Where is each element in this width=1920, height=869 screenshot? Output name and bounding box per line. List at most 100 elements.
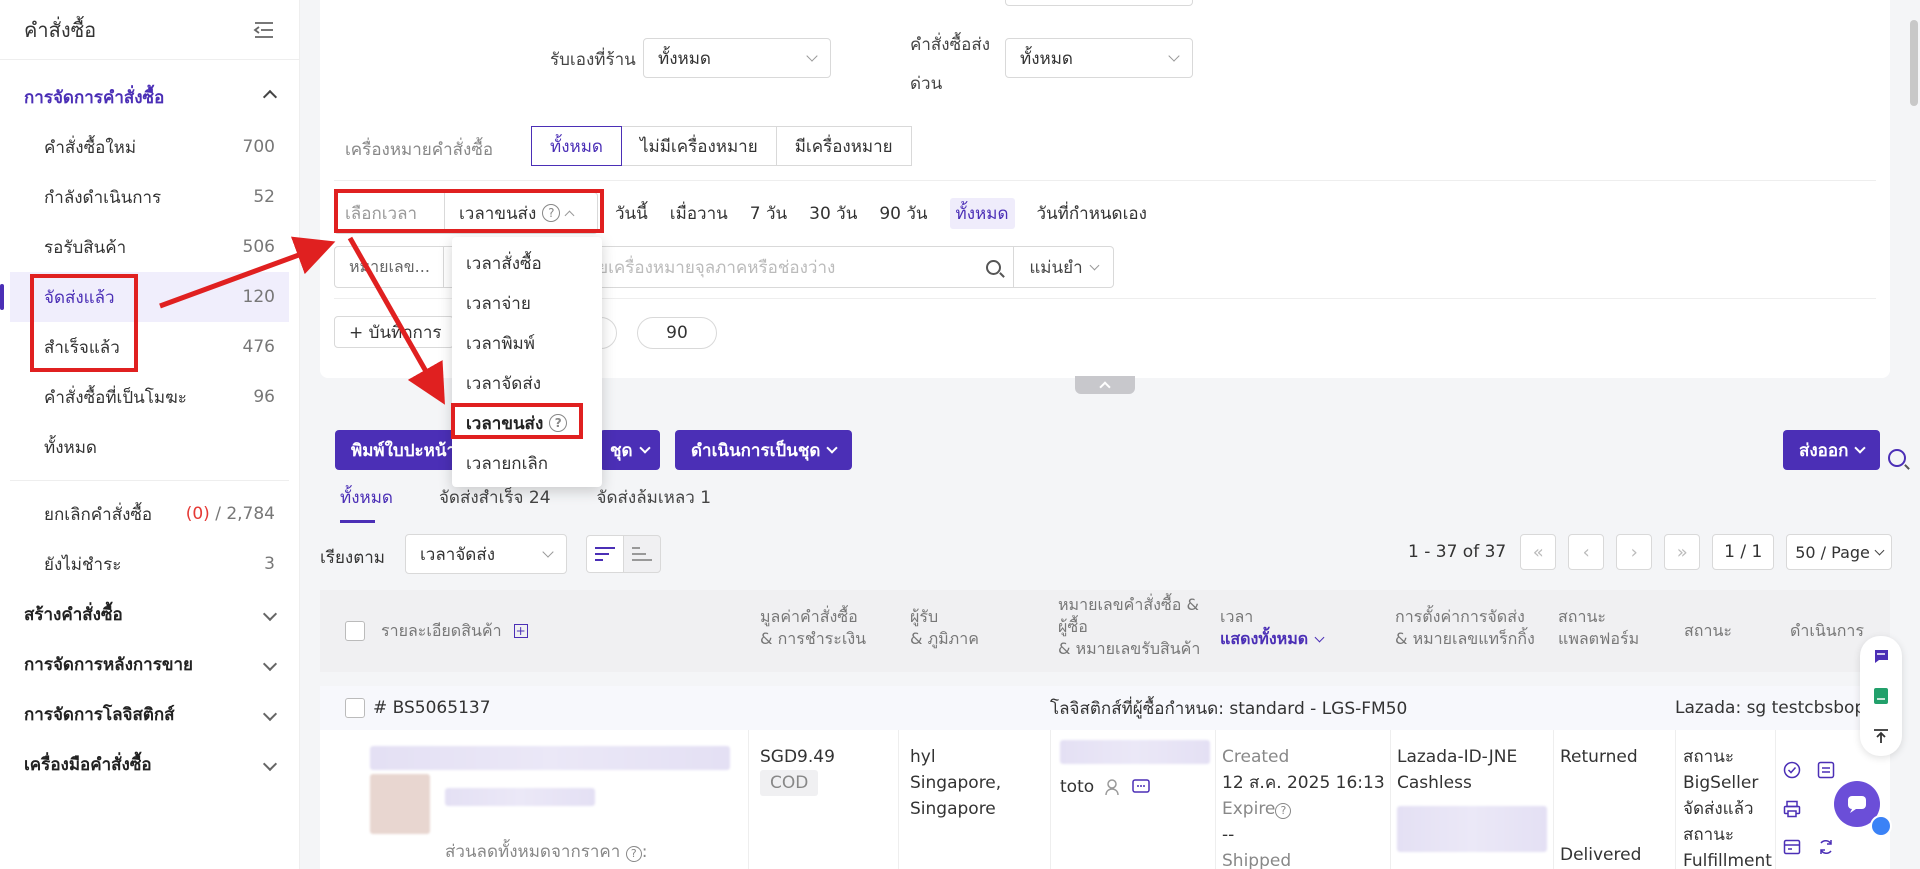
time-type-dropdown: เวลาสั่งซื้อ เวลาจ่าย เวลาพิมพ์ เวลาจัดส… (452, 237, 602, 487)
divider (748, 730, 749, 869)
match-mode-select[interactable]: แม่นยำ (1014, 246, 1114, 288)
sidebar-item-awaiting-pickup[interactable]: รอรับสินค้า 506 (0, 222, 299, 272)
chevron-down-icon (1089, 260, 1100, 270)
save-filter-button[interactable]: + บันทึกการ (334, 316, 454, 348)
sync-icon[interactable] (1817, 838, 1835, 856)
table-row: ส่วนลดทั้งหมดจากราคา ?: SGD9.49 COD hyl … (320, 730, 1890, 869)
sidebar-item-completed[interactable]: สำเร็จแล้ว 476 (0, 322, 299, 372)
print-label-text: พิมพ์ใบปะหน้า (351, 440, 457, 461)
scrollbar[interactable] (1910, 20, 1918, 106)
next-page-button[interactable]: › (1616, 534, 1653, 570)
dropdown-option-order-time[interactable]: เวลาสั่งซื้อ (452, 243, 602, 283)
time-type-select[interactable]: เวลาขนส่ง ? (445, 193, 597, 233)
collapse-menu-icon[interactable] (253, 21, 275, 39)
tab-all[interactable]: ทั้งหมด (340, 484, 393, 523)
header-product: รายละเอียดสินค้า + (381, 621, 528, 640)
last-page-button[interactable]: » (1664, 534, 1701, 570)
quick-time-30d[interactable]: 30 วัน (809, 200, 857, 227)
search-icon[interactable] (986, 259, 1001, 275)
print-icon[interactable] (1783, 800, 1801, 818)
sidebar-item-void-orders[interactable]: คำสั่งซื้อที่เป็นโมฆะ 96 (0, 372, 299, 422)
sidebar-group-logistics[interactable]: การจัดการโลจิสติกส์ (0, 689, 299, 739)
sidebar-group-create-order[interactable]: สร้างคำสั่งซื้อ (0, 589, 299, 639)
status-tabs: ทั้งหมด จัดส่งสำเร็จ 24 จัดส่งล้มเหลว 1 (340, 484, 711, 523)
chevron-down-icon (1314, 632, 1325, 643)
top-cut-select[interactable] (1005, 0, 1193, 6)
page-input[interactable]: 1 / 1 (1712, 534, 1775, 570)
quick-time-today[interactable]: วันนี้ (615, 200, 648, 227)
memo-option-has[interactable]: มีเครื่องหมาย (775, 126, 912, 166)
time-filter[interactable]: เลือกเวลา เวลาขนส่ง ? (334, 192, 598, 234)
confirm-icon[interactable] (1783, 761, 1801, 779)
sidebar-item-all[interactable]: ทั้งหมด (0, 422, 299, 472)
sidebar-item-unpaid[interactable]: ยังไม่ชำระ 3 (0, 539, 299, 589)
help-icon: ? (549, 414, 568, 432)
quick-time-all[interactable]: ทั้งหมด (949, 197, 1015, 229)
sidebar-item-count: 476 (242, 337, 275, 357)
sidebar-item-label: จัดส่งแล้ว (44, 287, 115, 308)
first-page-button[interactable]: « (1520, 534, 1557, 570)
dropdown-option-payment-time[interactable]: เวลาจ่าย (452, 283, 602, 323)
urgent-select[interactable]: ทั้งหมด (1005, 38, 1193, 78)
sort-asc-icon (632, 547, 652, 561)
search-type-select[interactable]: หมายเลข... (334, 246, 444, 288)
select-all-checkbox[interactable] (345, 621, 365, 641)
dropdown-option-ship-time[interactable]: เวลาจัดส่ง (452, 363, 602, 403)
order-id[interactable]: # BS5065137 (373, 698, 491, 718)
expand-icon[interactable]: + (513, 624, 528, 638)
quick-time-yesterday[interactable]: เมื่อวาน (670, 200, 728, 227)
chevron-up-icon (262, 89, 278, 105)
quick-time-custom[interactable]: วันที่กำหนดเอง (1037, 200, 1147, 227)
collapse-filter-button[interactable] (1075, 376, 1135, 394)
batch-actions-text: ดำเนินการเป็นชุด (691, 440, 821, 461)
search-icon[interactable] (1888, 449, 1906, 467)
floating-toolbar (1860, 636, 1902, 756)
sidebar-item-cancel-orders[interactable]: ยกเลิกคำสั่งซื้อ (0) / 2,784 (0, 489, 299, 539)
notebook-icon[interactable] (1872, 687, 1890, 705)
sidebar-item-processing[interactable]: กำลังดำเนินการ 52 (0, 172, 299, 222)
quick-time-7d[interactable]: 7 วัน (750, 200, 787, 227)
dropdown-option-transport-time[interactable]: เวลาขนส่ง? (452, 403, 602, 443)
per-page-select[interactable]: 50 / Page (1786, 534, 1893, 570)
order-times: Created 12 ส.ค. 2025 16:13 Expire? -- Sh… (1222, 747, 1385, 869)
sidebar-item-new-orders[interactable]: คำสั่งซื้อใหม่ 700 (0, 122, 299, 172)
divider (1775, 730, 1776, 869)
order-checkbox[interactable] (345, 698, 365, 718)
dropdown-option-cancel-time[interactable]: เวลายกเลิก (452, 443, 602, 483)
sidebar-group-after-sales[interactable]: การจัดการหลังการขาย (0, 639, 299, 689)
dropdown-option-print-time[interactable]: เวลาพิมพ์ (452, 323, 602, 363)
platform-status-2: Delivered (1560, 845, 1642, 865)
batch-dropdown-button[interactable]: ชุด (600, 430, 660, 470)
memo-option-none[interactable]: ไม่มีเครื่องหมาย (620, 126, 777, 166)
sidebar-item-shipped[interactable]: จัดส่งแล้ว 120 (0, 272, 289, 322)
invoice-icon[interactable] (1783, 838, 1801, 856)
memo-option-all[interactable]: ทั้งหมด (531, 126, 622, 166)
back-to-top-icon[interactable] (1872, 727, 1890, 745)
sidebar-group-order-tools[interactable]: เครื่องมือคำสั่งซื้อ (0, 739, 299, 789)
tab-failed[interactable]: จัดส่งล้มเหลว 1 (597, 484, 712, 523)
checklist-icon[interactable] (1817, 761, 1835, 779)
header-amount: มูลค่าคำสั่งซื้อ & การชำระเงิน (760, 607, 867, 648)
sidebar-group-label: สร้างคำสั่งซื้อ (24, 604, 123, 625)
time-placeholder: เลือกเวลา (335, 193, 445, 233)
buyer-name[interactable]: toto (1060, 774, 1094, 800)
batch-actions-button[interactable]: ดำเนินการเป็นชุด (675, 430, 853, 470)
print-label-button[interactable]: พิมพ์ใบปะหน้า (335, 430, 460, 470)
sort-asc-button[interactable] (623, 535, 661, 573)
show-all-times-toggle[interactable]: แสดงทั้งหมด (1220, 629, 1308, 648)
sidebar-group-label: การจัดการหลังการขาย (24, 654, 193, 675)
quick-time-90d[interactable]: 90 วัน (879, 200, 927, 227)
sort-desc-button[interactable] (586, 535, 624, 573)
saved-filter-pill-90[interactable]: 90 (637, 317, 717, 349)
sidebar-group-order-management[interactable]: การจัดการคำสั่งซื้อ (0, 72, 299, 122)
sort-select[interactable]: เวลาจัดส่ง (405, 534, 567, 574)
pickup-select[interactable]: ทั้งหมด (643, 38, 831, 78)
search-type-value: หมายเลข... (349, 256, 430, 276)
tab-delivered[interactable]: จัดส่งสำเร็จ 24 (439, 484, 551, 523)
prev-page-button[interactable]: ‹ (1568, 534, 1605, 570)
buyer-profile-icon[interactable] (1104, 778, 1122, 796)
chevron-down-icon (262, 756, 278, 772)
export-button[interactable]: ส่งออก (1783, 430, 1881, 470)
chat-icon[interactable] (1132, 778, 1150, 796)
announcement-icon[interactable] (1872, 647, 1890, 665)
